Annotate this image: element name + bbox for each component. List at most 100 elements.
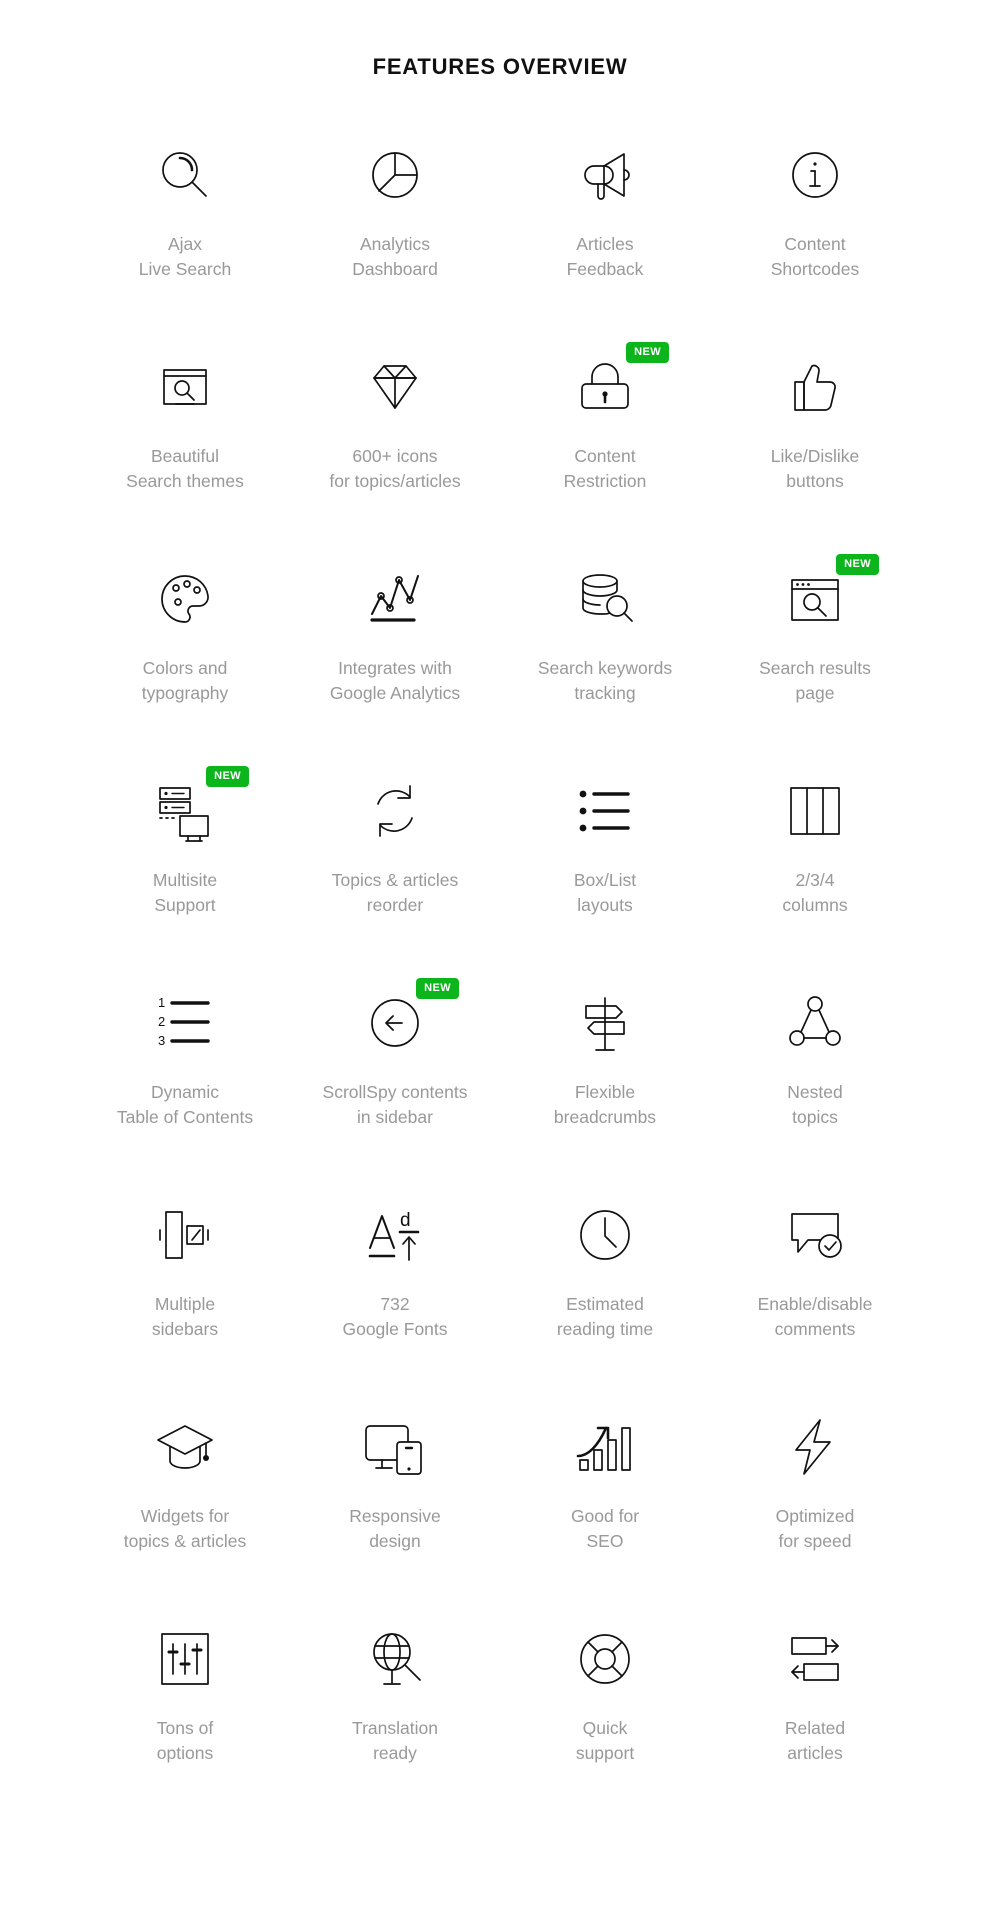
feature-label: Analytics Dashboard [352,232,438,282]
growth-chart-icon [576,1426,632,1472]
feature-label-line1: ScrollSpy contents [322,1082,468,1102]
feature-cell[interactable]: Analytics Dashboard [290,118,500,330]
graduation-cap-icon [157,1425,213,1469]
feature-cell[interactable]: Flexible breadcrumbs [500,966,710,1178]
feature-icon-wrap [135,344,235,430]
new-badge: NEW [206,766,249,787]
feature-cell[interactable]: NEW ScrollSpy contents in sidebar [290,966,500,1178]
feature-icon-wrap [555,768,655,854]
feature-label-line2: typography [141,683,229,703]
feature-label: Colors and typography [142,656,229,706]
feature-label-line2: for topics/articles [329,471,461,491]
feature-label-line1: Widgets for [140,1506,230,1526]
feature-cell[interactable]: Search keywords tracking [500,542,710,754]
feature-cell[interactable]: Like/Dislike buttons [710,330,920,542]
feature-label: Search keywords tracking [538,656,672,706]
feature-label-line1: Optimized [775,1506,855,1526]
clock-icon [580,1210,630,1260]
features-overview-page: FEATURES OVERVIEW Ajax Live Search Analyti… [0,0,1000,1932]
feature-label: Search results page [759,656,871,706]
feature-label: 2/3/4 columns [782,868,847,918]
feature-icon-wrap [135,1404,235,1490]
feature-cell[interactable]: Box/List layouts [500,754,710,966]
feature-label: Integrates with Google Analytics [330,656,460,706]
feature-label-line1: Nested [787,1082,843,1102]
feature-cell[interactable]: Beautiful Search themes [80,330,290,542]
feature-label: Estimated reading time [557,1292,653,1342]
feature-label: Widgets for topics & articles [124,1504,247,1554]
feature-label-line1: Ajax [167,234,203,254]
numbered-list-icon [156,993,210,1050]
feature-cell[interactable]: NEW Multisite Support [80,754,290,966]
feature-cell[interactable]: Translation ready [290,1602,500,1814]
line-chart-icon [370,574,420,622]
feature-label-line2: topics [792,1107,838,1127]
feature-cell[interactable]: Optimized for speed [710,1390,920,1602]
feature-cell[interactable]: Integrates with Google Analytics [290,542,500,754]
nested-nodes-icon [789,996,841,1046]
feature-cell[interactable]: Responsive design [290,1390,500,1602]
feature-cell[interactable]: Estimated reading time [500,1178,710,1390]
feature-cell[interactable]: Ajax Live Search [80,118,290,330]
feature-cell[interactable]: Tons of options [80,1602,290,1814]
feature-label-line2: Shortcodes [770,259,860,279]
feature-cell[interactable]: Enable/disable comments [710,1178,920,1390]
feature-label: Multisite Support [153,868,217,918]
feature-label-line1: Integrates with [338,658,452,678]
feature-cell[interactable]: Topics & articles reorder [290,754,500,966]
feature-cell[interactable]: Nested topics [710,966,920,1178]
feature-label: Box/List layouts [574,868,636,918]
feature-cell[interactable]: Dynamic Table of Contents [80,966,290,1178]
feature-label: Optimized for speed [776,1504,855,1554]
feature-cell[interactable]: Quick support [500,1602,710,1814]
feature-cell[interactable]: Content Shortcodes [710,118,920,330]
feature-label-line2: reading time [556,1319,654,1339]
feature-label-line2: reorder [366,895,424,915]
feature-icon-wrap [555,980,655,1066]
feature-cell[interactable]: Multiple sidebars [80,1178,290,1390]
comment-check-icon [791,1213,842,1258]
font-size-icon [368,1208,420,1262]
feature-label-line2: Live Search [138,259,232,279]
feature-icon-wrap [135,1192,235,1278]
feature-cell[interactable]: NEW Content Restriction [500,330,710,542]
feature-cell[interactable]: Related articles [710,1602,920,1814]
feature-label: Quick support [576,1716,634,1766]
feature-label: Ajax Live Search [139,232,231,282]
pie-chart-icon [372,152,418,198]
feature-cell[interactable]: 2/3/4 columns [710,754,920,966]
feature-icon-wrap [765,1192,865,1278]
feature-label-line2: layouts [577,895,633,915]
feature-icon-wrap [345,1192,445,1278]
feature-cell[interactable]: 600+ icons for topics/articles [290,330,500,542]
feature-cell[interactable]: Widgets for topics & articles [80,1390,290,1602]
feature-cell[interactable]: 732 Google Fonts [290,1178,500,1390]
signpost-icon [585,997,625,1051]
database-search-icon [582,574,633,622]
globe-stand-icon [373,1633,421,1685]
feature-cell[interactable]: NEW Search results page [710,542,920,754]
feature-label-line2: columns [782,895,848,915]
new-badge: NEW [416,978,459,999]
feature-label-line1: Colors and [142,658,228,678]
bullet-list-icon [577,788,630,834]
lightning-bolt-icon [795,1419,831,1475]
feature-label: Enable/disable comments [758,1292,873,1342]
feature-label-line1: Like/Dislike [770,446,860,466]
feature-label-line1: 732 [380,1294,410,1314]
feature-label-line1: Multiple [154,1294,216,1314]
feature-label-line2: topics & articles [123,1531,247,1551]
feature-label-line1: Search results [759,658,871,678]
feature-cell[interactable]: Good for SEO [500,1390,710,1602]
feature-label-line1: Translation [352,1718,438,1738]
feature-label-line1: Analytics [359,234,431,254]
feature-label-line2: breadcrumbs [553,1107,657,1127]
feature-label: Articles Feedback [567,232,644,282]
feature-cell[interactable]: Colors and typography [80,542,290,754]
feature-label: Good for SEO [571,1504,639,1554]
feature-icon-wrap [765,1616,865,1702]
feature-label: Flexible breadcrumbs [554,1080,656,1130]
page-title: FEATURES OVERVIEW [372,54,628,79]
feature-icon-wrap [345,132,445,218]
feature-cell[interactable]: Articles Feedback [500,118,710,330]
